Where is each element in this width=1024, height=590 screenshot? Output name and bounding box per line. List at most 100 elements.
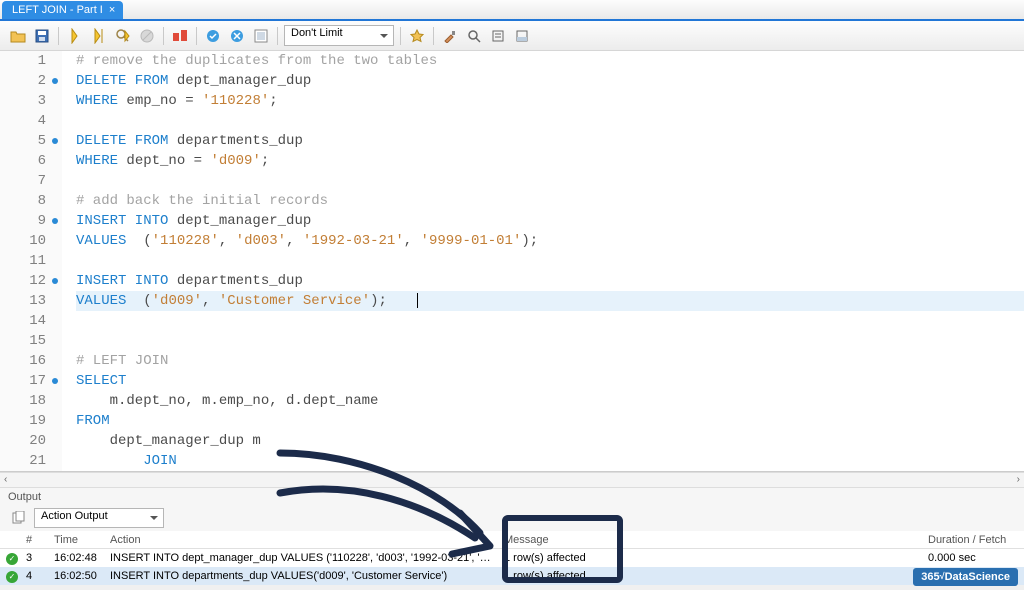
token-string: '110228' <box>202 93 269 109</box>
no-limit-warn-icon[interactable] <box>170 26 190 46</box>
token-ident: m.dept_no, m.emp_no, d.dept_name <box>76 393 378 409</box>
code-line[interactable]: JOIN <box>76 451 1024 471</box>
tab-left-join[interactable]: LEFT JOIN - Part I × <box>2 1 123 19</box>
line-number: 2 <box>0 71 62 91</box>
scroll-right-icon[interactable]: › <box>1017 474 1020 485</box>
code-line[interactable] <box>76 251 1024 271</box>
commit-icon[interactable] <box>203 26 223 46</box>
col-message[interactable]: Message <box>500 534 604 546</box>
open-icon[interactable] <box>8 26 28 46</box>
scroll-left-icon[interactable]: ‹ <box>4 474 7 485</box>
code-line[interactable]: WHERE emp_no = '110228'; <box>76 91 1024 111</box>
line-number: 7 <box>0 171 62 191</box>
token-punct: ); <box>370 293 387 309</box>
cell-action: INSERT INTO departments_dup VALUES('d009… <box>106 570 500 582</box>
token-comment: # remove the duplicates from the two tab… <box>76 53 437 69</box>
output-type-label: Action Output <box>41 510 108 522</box>
col-duration[interactable]: Duration / Fetch <box>924 534 1024 546</box>
token-punct: = <box>194 153 211 169</box>
execute-icon[interactable] <box>65 26 85 46</box>
token-keyword: WHERE <box>76 153 118 169</box>
line-gutter: 123456789101112131415161718192021 <box>0 51 62 471</box>
token-keyword: VALUES <box>76 233 126 249</box>
status-ok-icon: ✓ <box>6 571 18 583</box>
token-ident: departments_dup <box>168 273 302 289</box>
col-num[interactable]: # <box>22 534 50 546</box>
col-time[interactable]: Time <box>50 534 106 546</box>
cell-time: 16:02:48 <box>50 552 106 564</box>
beautify-icon[interactable] <box>407 26 427 46</box>
code-area[interactable]: # remove the duplicates from the two tab… <box>62 51 1024 471</box>
token-ident: departments_dup <box>168 133 302 149</box>
col-action[interactable]: Action <box>106 534 500 546</box>
code-line[interactable]: INSERT INTO dept_manager_dup <box>76 211 1024 231</box>
line-number: 9 <box>0 211 62 231</box>
token-ident: dept_manager_dup <box>168 73 311 89</box>
code-line[interactable]: # remove the duplicates from the two tab… <box>76 51 1024 71</box>
line-number: 4 <box>0 111 62 131</box>
token-punct: ); <box>521 233 538 249</box>
token-punct: , <box>404 233 421 249</box>
token-keyword: DELETE FROM <box>76 73 168 89</box>
code-line[interactable]: VALUES ('d009', 'Customer Service'); <box>76 291 1024 311</box>
code-line[interactable] <box>76 311 1024 331</box>
close-icon[interactable]: × <box>109 4 115 16</box>
line-number: 17 <box>0 371 62 391</box>
output-row[interactable]: ✓416:02:50INSERT INTO departments_dup VA… <box>0 567 1024 585</box>
execute-current-icon[interactable] <box>89 26 109 46</box>
code-line[interactable] <box>76 111 1024 131</box>
code-line[interactable]: DELETE FROM departments_dup <box>76 131 1024 151</box>
line-number: 3 <box>0 91 62 111</box>
token-punct: ; <box>261 153 269 169</box>
rollback-icon[interactable] <box>227 26 247 46</box>
wrap-icon[interactable] <box>488 26 508 46</box>
editor-toolbar: Don't Limit <box>0 21 1024 51</box>
line-number: 5 <box>0 131 62 151</box>
token-string: '110228' <box>152 233 219 249</box>
token-string: 'd003' <box>236 233 286 249</box>
code-line[interactable] <box>76 331 1024 351</box>
token-comment: # add back the initial records <box>76 193 328 209</box>
autocommit-icon[interactable] <box>251 26 271 46</box>
stop-disabled-icon <box>137 26 157 46</box>
limit-rows-dropdown[interactable]: Don't Limit <box>284 25 394 46</box>
explain-icon[interactable] <box>113 26 133 46</box>
save-icon[interactable] <box>32 26 52 46</box>
token-punct: ( <box>126 233 151 249</box>
code-line[interactable]: # LEFT JOIN <box>76 351 1024 371</box>
sql-editor[interactable]: 123456789101112131415161718192021 # remo… <box>0 51 1024 472</box>
code-line[interactable]: WHERE dept_no = 'd009'; <box>76 151 1024 171</box>
code-line[interactable]: m.dept_no, m.emp_no, d.dept_name <box>76 391 1024 411</box>
token-keyword: INSERT INTO <box>76 213 168 229</box>
code-line[interactable] <box>76 171 1024 191</box>
output-type-dropdown[interactable]: Action Output <box>34 508 164 528</box>
text-cursor <box>417 293 418 308</box>
toolbar-divider <box>58 27 59 45</box>
cell-duration: 0.000 sec <box>924 552 1024 564</box>
token-string: 'd009' <box>152 293 202 309</box>
brush-icon[interactable] <box>440 26 460 46</box>
line-number: 19 <box>0 411 62 431</box>
code-line[interactable]: DELETE FROM dept_manager_dup <box>76 71 1024 91</box>
code-line[interactable]: VALUES ('110228', 'd003', '1992-03-21', … <box>76 231 1024 251</box>
code-line[interactable]: INSERT INTO departments_dup <box>76 271 1024 291</box>
code-line[interactable]: dept_manager_dup m <box>76 431 1024 451</box>
output-row[interactable]: ✓316:02:48INSERT INTO dept_manager_dup V… <box>0 549 1024 567</box>
cell-message: 1 row(s) affected <box>500 552 604 564</box>
limit-rows-label: Don't Limit <box>291 27 343 39</box>
status-ok-icon: ✓ <box>6 553 18 565</box>
line-number: 1 <box>0 51 62 71</box>
output-copy-icon[interactable] <box>8 508 28 528</box>
token-string: 'Customer Service' <box>219 293 370 309</box>
toggle-panel-icon[interactable] <box>512 26 532 46</box>
code-line[interactable]: SELECT <box>76 371 1024 391</box>
tab-label: LEFT JOIN - Part I <box>12 4 103 16</box>
find-icon[interactable] <box>464 26 484 46</box>
line-number: 8 <box>0 191 62 211</box>
editor-hscroll[interactable]: ‹ › <box>0 472 1024 488</box>
code-line[interactable]: FROM <box>76 411 1024 431</box>
statement-marker-icon <box>52 278 58 284</box>
code-line[interactable]: # add back the initial records <box>76 191 1024 211</box>
line-number: 18 <box>0 391 62 411</box>
token-keyword: SELECT <box>76 373 126 389</box>
